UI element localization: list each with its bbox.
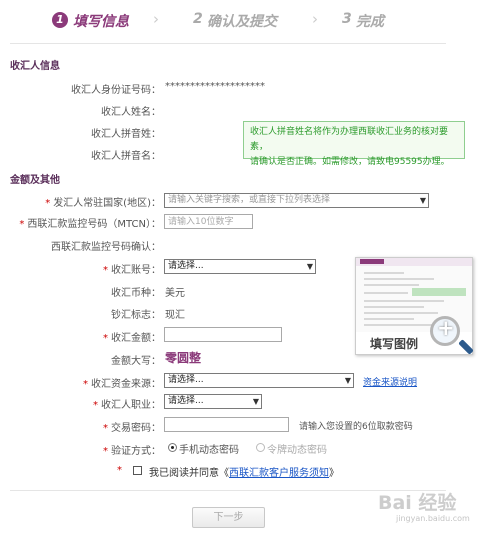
payee-section-title: 收汇人信息 [10,61,60,72]
radio-mobile-otp[interactable] [168,443,177,452]
password-input[interactable] [164,417,289,432]
account-label: * 收汇账号： [103,265,161,276]
agree-checkbox[interactable] [133,466,142,475]
baidu-watermark-url: jingyan.baidu.com [396,514,470,523]
chevron-right-icon: › [312,10,318,28]
tip-line-1: 收汇人拼音姓名将作为办理西联收汇业务的核对要素， [250,127,449,152]
dropdown-arrow-icon: ▼ [306,262,313,271]
currency-value: 美元 [165,288,185,299]
baidu-watermark: Bai 经验 [378,492,457,514]
step-2-label: 确认及提交 [207,14,277,30]
progress-steps: 1 填写信息 › 2 确认及提交 › 3 完成 [0,0,500,42]
occupation-label: * 收汇人职业： [93,400,161,411]
step-2-number: 2 [193,11,203,27]
example-caption: 填写图例 [370,337,419,351]
cash-flag-label: 钞汇标志： [111,310,161,321]
step-3-label: 完成 [356,14,384,30]
service-terms-link[interactable]: 西联汇款客户服务须知 [229,468,329,479]
payee-pinyin-surname-label: 收汇人拼音姓： [91,129,161,140]
occupation-select[interactable]: 请选择... ▼ [164,394,262,409]
dropdown-arrow-icon: ▼ [252,397,259,406]
account-select[interactable]: 请选择... ▼ [164,259,316,274]
amount-section-title: 金额及其他 [10,175,60,186]
amount-label: * 收汇金额： [103,333,161,344]
magnifier-icon[interactable]: + [430,316,460,346]
cash-flag-value: 现汇 [165,310,185,321]
tip-line-2: 请确认是否正确。如需修改，请致电95595办理。 [250,157,450,167]
radio-token-otp-label: 令牌动态密码 [267,445,327,456]
amount-input[interactable] [164,327,282,342]
payee-id-label: 收汇人身份证号码： [71,85,161,96]
currency-label: 收汇币种： [111,288,161,299]
mtcn-confirm-label: 西联汇款监控号码确认： [51,242,161,253]
next-step-button[interactable]: 下一步 [192,507,265,528]
payee-id-value: ******************** [165,81,265,92]
step-1-label: 填写信息 [73,14,129,30]
fund-source-help-link[interactable]: 资金来源说明 [363,375,417,388]
amount-words-value: 零圆整 [165,351,202,365]
dropdown-arrow-icon: ▼ [419,196,426,205]
radio-mobile-otp-label: 手机动态密码 [179,445,239,456]
steps-divider [10,43,446,44]
verify-method-label: * 验证方式： [103,446,161,457]
pinyin-tip-box: 收汇人拼音姓名将作为办理西联收汇业务的核对要素， 请确认是否正确。如需修改，请致… [243,121,465,167]
fund-source-label: * 收汇资金来源： [83,379,161,390]
step-3-number: 3 [342,11,352,27]
sender-country-select[interactable]: 请输入关键字搜索，或直接下拉列表选择 ▼ [164,193,429,208]
sender-country-label: * 发汇人常驻国家(地区)： [45,198,161,209]
mtcn-label: * 西联汇款监控号码（MTCN）： [19,219,161,230]
fund-source-select[interactable]: 请选择... ▼ [164,373,354,388]
mtcn-input[interactable] [164,214,253,229]
amount-words-label: 金额大写： [111,356,161,367]
example-logo [360,259,384,264]
password-label: * 交易密码： [103,423,161,434]
step-1-number: 1 [52,12,68,28]
payee-pinyin-given-label: 收汇人拼音名： [91,151,161,162]
agree-required-mark: * [117,465,122,476]
radio-token-otp[interactable] [256,443,265,452]
dropdown-arrow-icon: ▼ [344,376,351,385]
payee-name-label: 收汇人姓名： [101,107,161,118]
chevron-right-icon: › [153,10,159,28]
password-hint: 请输入您设置的6位取款密码 [299,422,413,432]
agree-text: 我已阅读并同意《西联汇款客户服务须知》 [149,468,339,479]
